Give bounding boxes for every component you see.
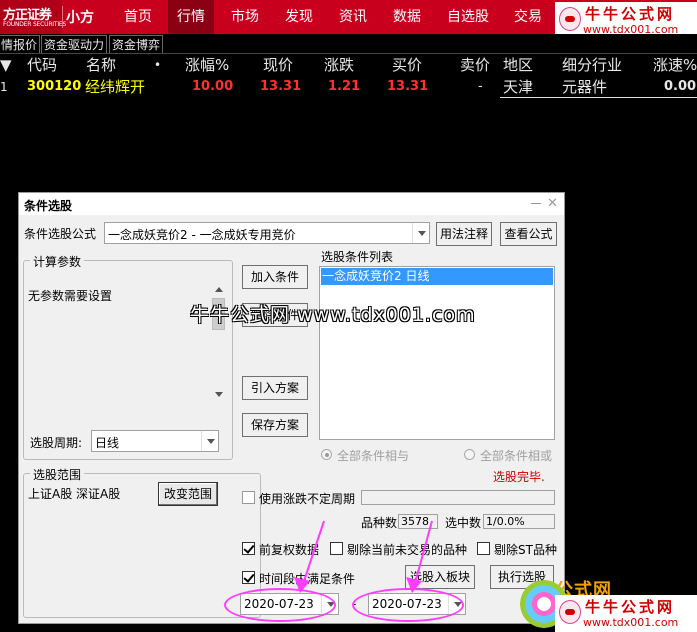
arrow-head xyxy=(294,577,310,593)
formula-value: 一念成妖竞价2 - 一念成妖专用竞价 xyxy=(108,228,296,242)
brand-watermark-bottom: 牛牛公式网 www.tdx001.com xyxy=(555,595,697,632)
nav-market[interactable]: 市场 xyxy=(222,0,268,34)
add-condition-button[interactable]: 加入条件 xyxy=(242,265,308,289)
time-range-checkbox[interactable] xyxy=(242,571,255,584)
row-index: 1 xyxy=(0,80,8,94)
row-price: 13.31 xyxy=(260,79,302,94)
nav-watchlist[interactable]: 自选股 xyxy=(438,0,498,34)
tab-fund-game[interactable]: 资金博弈 xyxy=(109,35,164,53)
row-name: 经纬辉开 xyxy=(85,78,146,96)
row-underline xyxy=(500,97,697,98)
col-name[interactable]: 名称 xyxy=(86,55,116,75)
founder-logo: 方正证券 FOUNDER SECURITIES xyxy=(0,0,66,34)
view-formula-button[interactable]: 查看公式 xyxy=(500,222,557,246)
nav-discover[interactable]: 发现 xyxy=(276,0,322,34)
brand-url: www.tdx001.com xyxy=(583,616,679,629)
arrow-line xyxy=(413,520,433,588)
col-ask[interactable]: 卖价 xyxy=(460,55,490,75)
app-name: 小方 xyxy=(66,10,94,26)
nav-quotes[interactable]: 行情 xyxy=(168,0,214,34)
radio-or-label: 全部条件相或 xyxy=(480,449,553,463)
top-nav-bar: 方正证券 FOUNDER SECURITIES 小方 首页 行情 市场 发现 资… xyxy=(0,0,697,38)
col-price[interactable]: 现价 xyxy=(263,55,293,75)
formula-label: 条件选股公式 xyxy=(24,227,97,241)
col-dot[interactable]: • xyxy=(154,55,161,75)
period-select[interactable]: 日线 xyxy=(91,430,219,452)
row-region: 天津 xyxy=(503,78,534,96)
pre-adjust-checkbox[interactable] xyxy=(242,542,255,555)
sub-tabs: 情报价 资金驱动力 资金博弈 xyxy=(0,34,697,54)
arrow-line xyxy=(301,520,325,588)
usage-notes-button[interactable]: 用法注释 xyxy=(436,222,492,246)
quote-table-header: ▼ 代码 名称 • 涨幅% 现价 涨跌 买价 卖价 地区 细分行业 涨速% xyxy=(0,55,697,75)
change-scope-button[interactable]: 改变范围 xyxy=(158,482,218,506)
cow-mascot-icon xyxy=(559,7,581,31)
brand-title: 牛牛公式网 xyxy=(585,598,676,616)
params-group-title: 计算参数 xyxy=(30,253,85,270)
site-watermark: 牛牛公式网 www.tdx001.com xyxy=(190,304,476,326)
scope-text: 上证A股 深证A股 xyxy=(28,487,121,501)
uncertain-period-field[interactable] xyxy=(361,490,555,505)
row-change: 1.21 xyxy=(328,79,361,94)
col-region[interactable]: 地区 xyxy=(503,55,533,75)
tab-fund-drive[interactable]: 资金驱动力 xyxy=(41,35,108,53)
scope-group-title: 选股范围 xyxy=(30,466,85,483)
chevron-down-icon[interactable] xyxy=(412,223,429,243)
import-plan-button[interactable]: 引入方案 xyxy=(242,376,308,400)
annotation-arrows xyxy=(294,520,433,593)
logo-sub-text: FOUNDER SECURITIES xyxy=(3,21,67,28)
selected-field: 1/0.0% xyxy=(483,514,555,529)
nav-news[interactable]: 资讯 xyxy=(330,0,376,34)
uncertain-period-checkbox[interactable] xyxy=(242,491,255,504)
period-value: 日线 xyxy=(95,436,120,450)
brand-title: 牛牛公式网 xyxy=(585,5,676,23)
col-code[interactable]: 代码 xyxy=(27,55,57,75)
row-bid: 13.31 xyxy=(387,79,429,94)
tab-intel-price[interactable]: 情报价 xyxy=(0,35,41,53)
uncertain-period-label: 使用涨跌不定周期 xyxy=(259,492,356,506)
radio-or[interactable] xyxy=(464,449,475,460)
header-marker: ▼ xyxy=(0,56,12,74)
table-row[interactable]: 1 300120 经纬辉开 10.00 13.31 1.21 13.31 - 天… xyxy=(0,77,697,97)
col-change-pct[interactable]: 涨幅% xyxy=(185,55,229,75)
exclude-st-label: 剔除ST品种 xyxy=(494,543,557,557)
dialog-title: 条件选股 xyxy=(24,199,73,213)
nav-home[interactable]: 首页 xyxy=(116,0,160,34)
col-speed[interactable]: 涨速% xyxy=(653,55,697,75)
condition-list[interactable]: 一念成妖竞价2 日线 xyxy=(319,266,555,440)
status-text: 选股完毕. xyxy=(493,470,545,484)
nav-trade[interactable]: 交易 xyxy=(506,0,550,34)
close-icon[interactable]: ✕ xyxy=(547,196,558,211)
col-industry[interactable]: 细分行业 xyxy=(562,55,622,75)
cow-mascot-icon xyxy=(559,600,581,624)
row-speed: 0.00 xyxy=(664,79,697,94)
save-plan-button[interactable]: 保存方案 xyxy=(242,413,308,437)
scroll-up-icon[interactable] xyxy=(210,281,227,298)
logo-divider xyxy=(62,6,63,28)
radio-and-label: 全部条件相与 xyxy=(337,449,410,463)
col-bid[interactable]: 买价 xyxy=(392,55,422,75)
minimize-icon[interactable] xyxy=(531,203,541,204)
col-change[interactable]: 涨跌 xyxy=(324,55,354,75)
row-change-pct: 10.00 xyxy=(192,79,234,94)
row-code: 300120 xyxy=(27,79,82,94)
dialog-title-bar[interactable]: 条件选股 ✕ xyxy=(19,193,564,215)
params-text: 无参数需要设置 xyxy=(28,289,113,303)
list-item[interactable]: 一念成妖竞价2 日线 xyxy=(321,268,553,285)
formula-select[interactable]: 一念成妖竞价2 - 一念成妖专用竞价 xyxy=(104,222,430,244)
brand-watermark-top: 牛牛公式网 www.tdx001.com xyxy=(555,2,697,38)
period-label: 选股周期: xyxy=(30,436,83,450)
chevron-down-icon[interactable] xyxy=(201,431,218,451)
row-industry: 元器件 xyxy=(562,78,608,96)
row-ask: - xyxy=(478,79,483,94)
scroll-down-icon[interactable] xyxy=(210,386,227,403)
condition-list-label: 选股条件列表 xyxy=(321,250,394,264)
arrow-head xyxy=(406,577,422,593)
radio-and[interactable] xyxy=(321,449,332,460)
nav-data[interactable]: 数据 xyxy=(384,0,430,34)
